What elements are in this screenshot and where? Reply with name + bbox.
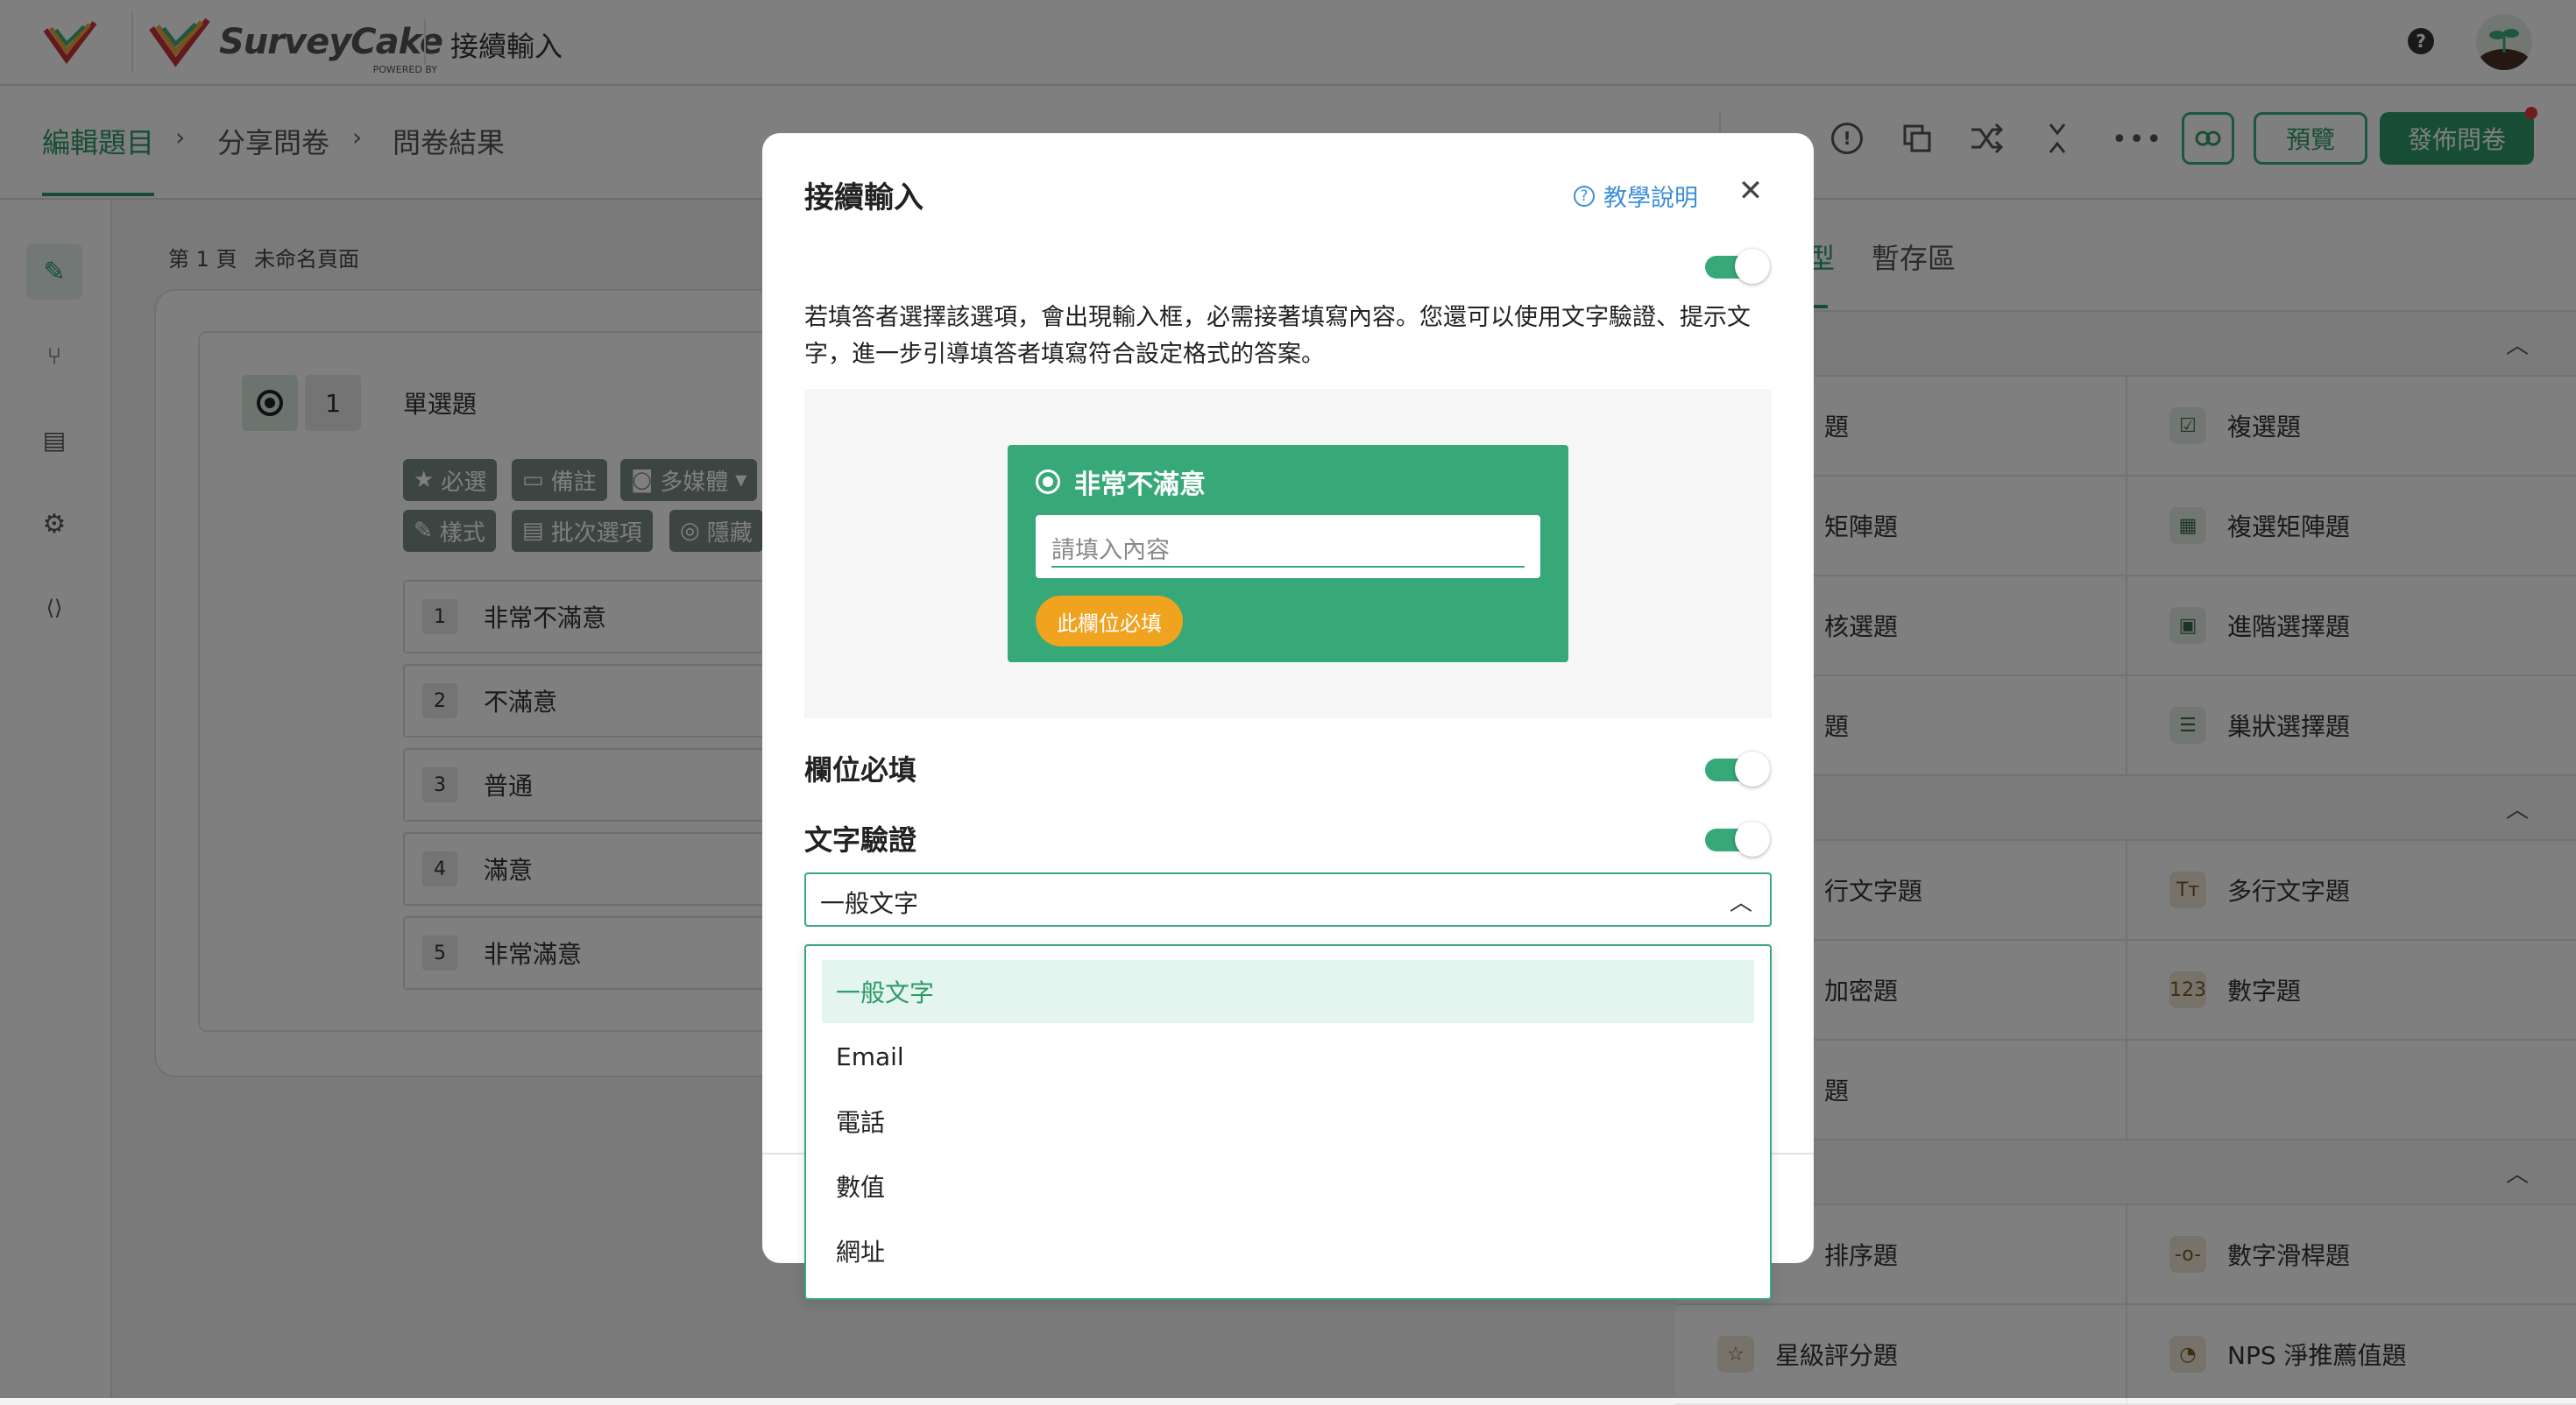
- description-text: 若填答者選擇該選項，會出現輸入框，必需接著填寫內容。您還可以使用文字驗證、提示文…: [804, 304, 1751, 368]
- question-circle-icon: ?: [1574, 185, 1595, 207]
- dropdown-option-email[interactable]: Email: [822, 1025, 1754, 1088]
- required-toggle[interactable]: [1705, 750, 1770, 787]
- preview-option-label: 非常不滿意: [1074, 470, 1206, 500]
- validation-select[interactable]: 一般文字 ︿: [804, 872, 1772, 927]
- validation-label: 文字驗證: [804, 823, 917, 857]
- preview-area: 非常不滿意 請填入內容 此欄位必填: [804, 389, 1772, 718]
- radio-selected-icon: [1036, 470, 1060, 494]
- dropdown-option-url[interactable]: 網址: [822, 1219, 1754, 1282]
- close-icon[interactable]: ✕: [1731, 172, 1770, 210]
- chevron-up-icon: ︿: [1729, 890, 1752, 916]
- dropdown-option-general-text[interactable]: 一般文字: [822, 960, 1754, 1023]
- help-link[interactable]: ? 教學說明: [1574, 179, 1698, 213]
- dropdown-option-number[interactable]: 數值: [822, 1154, 1754, 1218]
- required-badge: 此欄位必填: [1036, 596, 1183, 646]
- feature-toggle[interactable]: [1705, 247, 1770, 284]
- validation-dropdown-menu: 一般文字 Email 電話 數值 網址: [804, 944, 1772, 1300]
- required-label: 欄位必填: [804, 753, 917, 787]
- dialog-title: 接續輸入: [804, 180, 924, 215]
- dropdown-option-phone[interactable]: 電話: [822, 1090, 1754, 1153]
- preview-input: 請填入內容: [1036, 515, 1540, 578]
- validation-toggle[interactable]: [1705, 820, 1770, 857]
- preview-option-card: 非常不滿意 請填入內容 此欄位必填: [1008, 445, 1568, 662]
